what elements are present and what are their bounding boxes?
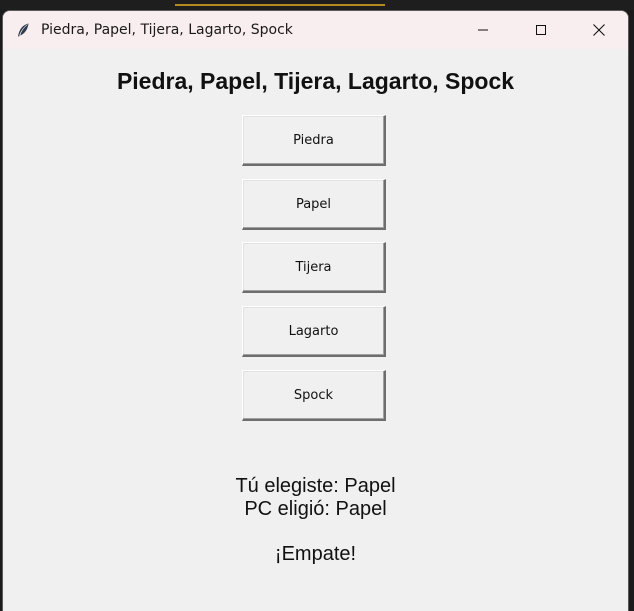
piedra-button[interactable]: Piedra <box>242 115 386 166</box>
minimize-icon <box>478 29 488 31</box>
close-icon <box>593 24 605 36</box>
title-bar[interactable]: Piedra, Papel, Tijera, Lagarto, Spock <box>3 11 628 49</box>
app-window: Piedra, Papel, Tijera, Lagarto, Spock Pi… <box>2 10 629 611</box>
feather-icon <box>18 23 29 37</box>
game-panel: Piedra, Papel, Tijera, Lagarto, Spock Pi… <box>3 49 628 611</box>
close-button[interactable] <box>570 11 628 49</box>
papel-button[interactable]: Papel <box>242 179 386 230</box>
spock-button[interactable]: Spock <box>242 370 386 421</box>
minimize-button[interactable] <box>454 11 512 49</box>
window-title: Piedra, Papel, Tijera, Lagarto, Spock <box>41 22 293 38</box>
game-heading: Piedra, Papel, Tijera, Lagarto, Spock <box>116 68 515 94</box>
pc-choice-label: PC eligió: Papel <box>244 498 387 520</box>
maximize-icon <box>536 25 546 35</box>
background-window-edge <box>175 0 385 6</box>
desktop-background <box>0 0 634 10</box>
window-controls <box>454 11 628 49</box>
tijera-button[interactable]: Tijera <box>242 242 386 293</box>
maximize-button[interactable] <box>512 11 570 49</box>
user-choice-label: Tú elegiste: Papel <box>235 475 396 497</box>
lagarto-button[interactable]: Lagarto <box>242 306 386 357</box>
outcome-label: ¡Empate! <box>274 543 357 565</box>
